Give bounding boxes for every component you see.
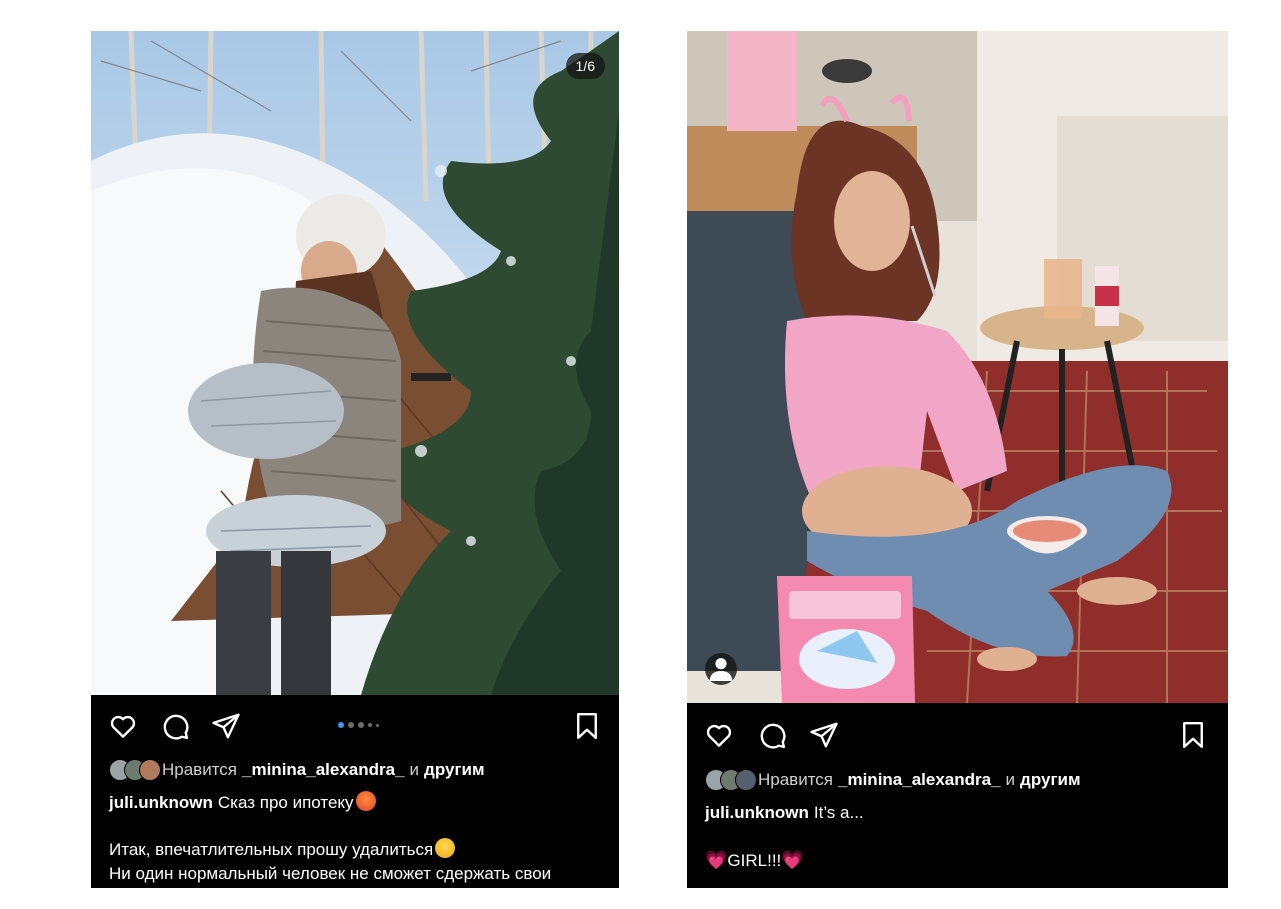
liker-username[interactable]: _minina_alexandra_ — [838, 770, 1001, 790]
share-icon[interactable] — [211, 711, 241, 741]
laughing-face-emoji — [435, 838, 456, 858]
caption-text: Сказ про ипотеку — [217, 793, 354, 812]
carousel-dot — [376, 723, 379, 727]
bookmark-icon[interactable] — [1178, 720, 1208, 750]
post-actions-bar — [91, 700, 619, 752]
post-photo-winter[interactable]: 1/6 — [91, 31, 619, 695]
winter-photo-illustration — [91, 31, 619, 695]
likes-summary[interactable]: Нравится _minina_alexandra_ и другим — [705, 769, 1081, 791]
post-caption: juli.unknown It’s a... 💗GIRL!!!💗 — [705, 801, 1210, 873]
likes-prefix: Нравится — [758, 770, 834, 789]
share-icon[interactable] — [809, 720, 839, 750]
likes-and: и — [409, 760, 420, 779]
pink-heart-emoji: 💗 — [781, 850, 804, 870]
caption-line-2: GIRL!!! — [727, 851, 782, 870]
carousel-dot-active — [338, 722, 344, 728]
caption-username[interactable]: juli.unknown — [109, 793, 213, 812]
avatar — [735, 769, 757, 791]
carousel-dot — [358, 722, 364, 728]
liker-username[interactable]: _minina_alexandra_ — [242, 760, 405, 780]
rage-face-emoji — [355, 791, 376, 811]
tagged-users-button[interactable] — [705, 653, 737, 685]
instagram-post-1: 1/6 Нравится _minina_alexandra_ и другим… — [91, 31, 619, 888]
comment-icon[interactable] — [160, 711, 190, 741]
caption-line-3: Ни один нормальный человек не сможет сде… — [109, 864, 552, 883]
likes-others-link[interactable]: другим — [424, 760, 485, 780]
heart-icon[interactable] — [108, 711, 138, 741]
person-icon — [709, 658, 733, 681]
post-actions-bar — [687, 709, 1228, 761]
heart-icon[interactable] — [704, 720, 734, 750]
carousel-dot — [348, 722, 354, 728]
slide-counter: 1/6 — [565, 53, 605, 79]
likes-prefix: Нравится — [162, 760, 238, 779]
liker-avatars — [109, 759, 161, 781]
caption-username[interactable]: juli.unknown — [705, 803, 809, 822]
avatar — [139, 759, 161, 781]
instagram-post-2: Нравится _minina_alexandra_ и другим jul… — [687, 31, 1228, 888]
post-caption: juli.unknown Сказ про ипотеку Итак, впеча… — [109, 791, 601, 886]
cereal-photo-illustration — [687, 31, 1228, 703]
likes-others-link[interactable]: другим — [1020, 770, 1081, 790]
likes-summary[interactable]: Нравится _minina_alexandra_ и другим — [109, 759, 485, 781]
caption-line-2: Итак, впечатлительных прошу удалиться — [109, 840, 434, 859]
liker-avatars — [705, 769, 757, 791]
post-photo-cereal[interactable] — [687, 31, 1228, 703]
carousel-dot — [368, 723, 372, 727]
caption-text: It’s a... — [813, 803, 864, 822]
likes-and: и — [1005, 770, 1016, 789]
carousel-dots — [338, 722, 379, 728]
pink-heart-emoji: 💗 — [705, 850, 728, 870]
bookmark-icon[interactable] — [572, 711, 602, 741]
comment-icon[interactable] — [757, 720, 787, 750]
